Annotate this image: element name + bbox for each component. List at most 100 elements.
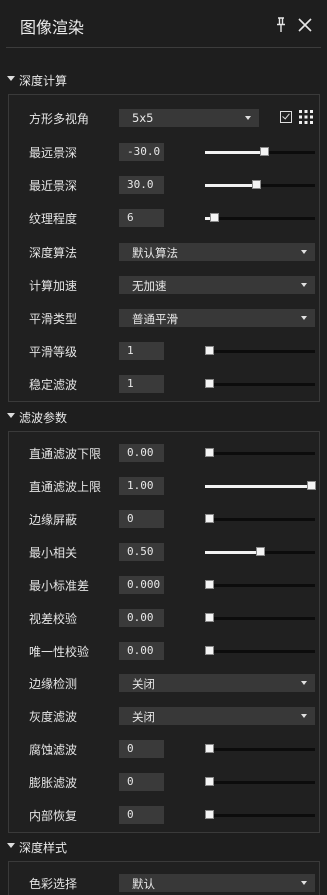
slider-handle[interactable] bbox=[252, 180, 261, 189]
row-texture: 纹理程度 6 bbox=[9, 203, 321, 233]
row-erode: 腐蚀滤波 0 bbox=[9, 734, 321, 764]
slider-handle[interactable] bbox=[256, 547, 265, 556]
near-depth-input[interactable]: 30.0 bbox=[119, 176, 164, 194]
edge-detect-select[interactable]: 关闭 bbox=[119, 674, 315, 692]
erode-slider[interactable] bbox=[205, 744, 315, 753]
close-icon[interactable] bbox=[296, 16, 314, 34]
multi-view-checkbox[interactable] bbox=[280, 111, 292, 123]
lp-high-slider[interactable] bbox=[205, 481, 316, 490]
row-min-corr: 最小相关 0.50 bbox=[9, 537, 321, 567]
edge-mask-input[interactable]: 0 bbox=[119, 510, 164, 528]
title-bar: 图像渲染 bbox=[0, 0, 327, 50]
section-title: 深度样式 bbox=[19, 841, 68, 855]
slider-handle[interactable] bbox=[205, 346, 214, 355]
row-min-std: 最小标准差 0.000 bbox=[9, 570, 321, 600]
slider-handle[interactable] bbox=[260, 147, 269, 156]
smooth-level-slider[interactable] bbox=[205, 346, 315, 355]
row-label: 唯一性校验 bbox=[29, 645, 90, 659]
depth-algo-select[interactable]: 默认算法 bbox=[119, 243, 315, 261]
row-depth-algo: 深度算法 默认算法 bbox=[9, 237, 321, 267]
row-label: 直通滤波上限 bbox=[29, 480, 102, 494]
section-header-depth-calc[interactable]: 深度计算 bbox=[0, 71, 327, 91]
inner-restore-input[interactable]: 0 bbox=[119, 806, 164, 824]
stable-filter-slider[interactable] bbox=[205, 379, 315, 388]
row-gray-filter: 灰度滤波 关闭 bbox=[9, 701, 321, 731]
filter-group: 直通滤波下限 0.00 直通滤波上限 1.00 边缘屏蔽 0 最小相关 0.50… bbox=[8, 431, 320, 833]
select-value: 默认 bbox=[132, 877, 155, 891]
lp-low-slider[interactable] bbox=[205, 448, 315, 457]
select-value: 关闭 bbox=[132, 710, 155, 724]
dilate-slider[interactable] bbox=[205, 777, 315, 786]
row-uniqueness: 唯一性校验 0.00 bbox=[9, 636, 321, 666]
row-stable-filter: 稳定滤波 1 bbox=[9, 369, 321, 399]
row-label: 稳定滤波 bbox=[29, 378, 78, 392]
row-label: 深度算法 bbox=[29, 246, 78, 260]
row-far-depth: 最远景深 -30.0 bbox=[9, 137, 321, 167]
row-lp-high: 直通滤波上限 1.00 bbox=[9, 471, 321, 501]
slider-handle[interactable] bbox=[210, 213, 219, 222]
slider-handle[interactable] bbox=[205, 810, 214, 819]
select-value: 5x5 bbox=[132, 111, 154, 125]
collapse-arrow-icon bbox=[7, 843, 15, 848]
uniqueness-input[interactable]: 0.00 bbox=[119, 642, 164, 660]
row-label: 最远景深 bbox=[29, 146, 78, 160]
row-color-select: 色彩选择 默认 bbox=[9, 868, 321, 895]
smooth-type-select[interactable]: 普通平滑 bbox=[119, 309, 315, 327]
row-edge-mask: 边缘屏蔽 0 bbox=[9, 504, 321, 534]
slider-handle[interactable] bbox=[205, 448, 214, 457]
multi-view-select[interactable]: 5x5 bbox=[119, 109, 259, 127]
section-header-style[interactable]: 深度样式 bbox=[0, 838, 327, 858]
row-near-depth: 最近景深 30.0 bbox=[9, 170, 321, 200]
slider-handle[interactable] bbox=[307, 481, 316, 490]
chevron-down-icon bbox=[301, 316, 307, 320]
row-label: 边缘屏蔽 bbox=[29, 513, 78, 527]
row-label: 内部恢复 bbox=[29, 809, 78, 823]
smooth-level-input[interactable]: 1 bbox=[119, 342, 164, 360]
row-disparity: 视差校验 0.00 bbox=[9, 603, 321, 633]
edge-mask-slider[interactable] bbox=[205, 514, 315, 523]
texture-input[interactable]: 6 bbox=[119, 209, 164, 227]
min-corr-input[interactable]: 0.50 bbox=[119, 543, 164, 561]
row-label: 最小相关 bbox=[29, 546, 78, 560]
slider-handle[interactable] bbox=[205, 580, 214, 589]
dilate-input[interactable]: 0 bbox=[119, 773, 164, 791]
gray-filter-select[interactable]: 关闭 bbox=[119, 707, 315, 725]
slider-handle[interactable] bbox=[205, 744, 214, 753]
far-depth-slider[interactable] bbox=[205, 147, 315, 156]
chevron-down-icon bbox=[301, 283, 307, 287]
min-corr-slider[interactable] bbox=[205, 547, 315, 556]
uniqueness-slider[interactable] bbox=[205, 646, 315, 655]
slider-handle[interactable] bbox=[205, 777, 214, 786]
lp-low-input[interactable]: 0.00 bbox=[119, 444, 164, 462]
row-label: 最小标准差 bbox=[29, 579, 90, 593]
row-label: 最近景深 bbox=[29, 179, 78, 193]
inner-restore-slider[interactable] bbox=[205, 810, 315, 819]
accel-select[interactable]: 无加速 bbox=[119, 276, 315, 294]
chevron-down-icon bbox=[301, 881, 307, 885]
section-header-filter[interactable]: 滤波参数 bbox=[0, 408, 327, 428]
slider-handle[interactable] bbox=[205, 646, 214, 655]
row-label: 平滑等级 bbox=[29, 345, 78, 359]
collapse-arrow-icon bbox=[7, 413, 15, 418]
min-std-slider[interactable] bbox=[205, 580, 315, 589]
stable-filter-input[interactable]: 1 bbox=[119, 375, 164, 393]
near-depth-slider[interactable] bbox=[205, 180, 315, 189]
slider-handle[interactable] bbox=[205, 514, 214, 523]
row-lp-low: 直通滤波下限 0.00 bbox=[9, 438, 321, 468]
far-depth-input[interactable]: -30.0 bbox=[119, 143, 164, 161]
lp-high-input[interactable]: 1.00 bbox=[119, 477, 164, 495]
slider-handle[interactable] bbox=[205, 379, 214, 388]
pin-icon[interactable] bbox=[272, 16, 290, 34]
grid-icon[interactable] bbox=[299, 110, 313, 124]
select-value: 默认算法 bbox=[132, 246, 178, 260]
row-label: 计算加速 bbox=[29, 279, 78, 293]
min-std-input[interactable]: 0.000 bbox=[119, 576, 164, 594]
texture-slider[interactable] bbox=[205, 213, 315, 222]
row-smooth-type: 平滑类型 普通平滑 bbox=[9, 303, 321, 333]
disparity-input[interactable]: 0.00 bbox=[119, 609, 164, 627]
color-select[interactable]: 默认 bbox=[119, 874, 315, 892]
title-divider bbox=[6, 47, 321, 48]
disparity-slider[interactable] bbox=[205, 613, 315, 622]
erode-input[interactable]: 0 bbox=[119, 740, 164, 758]
slider-handle[interactable] bbox=[205, 613, 214, 622]
